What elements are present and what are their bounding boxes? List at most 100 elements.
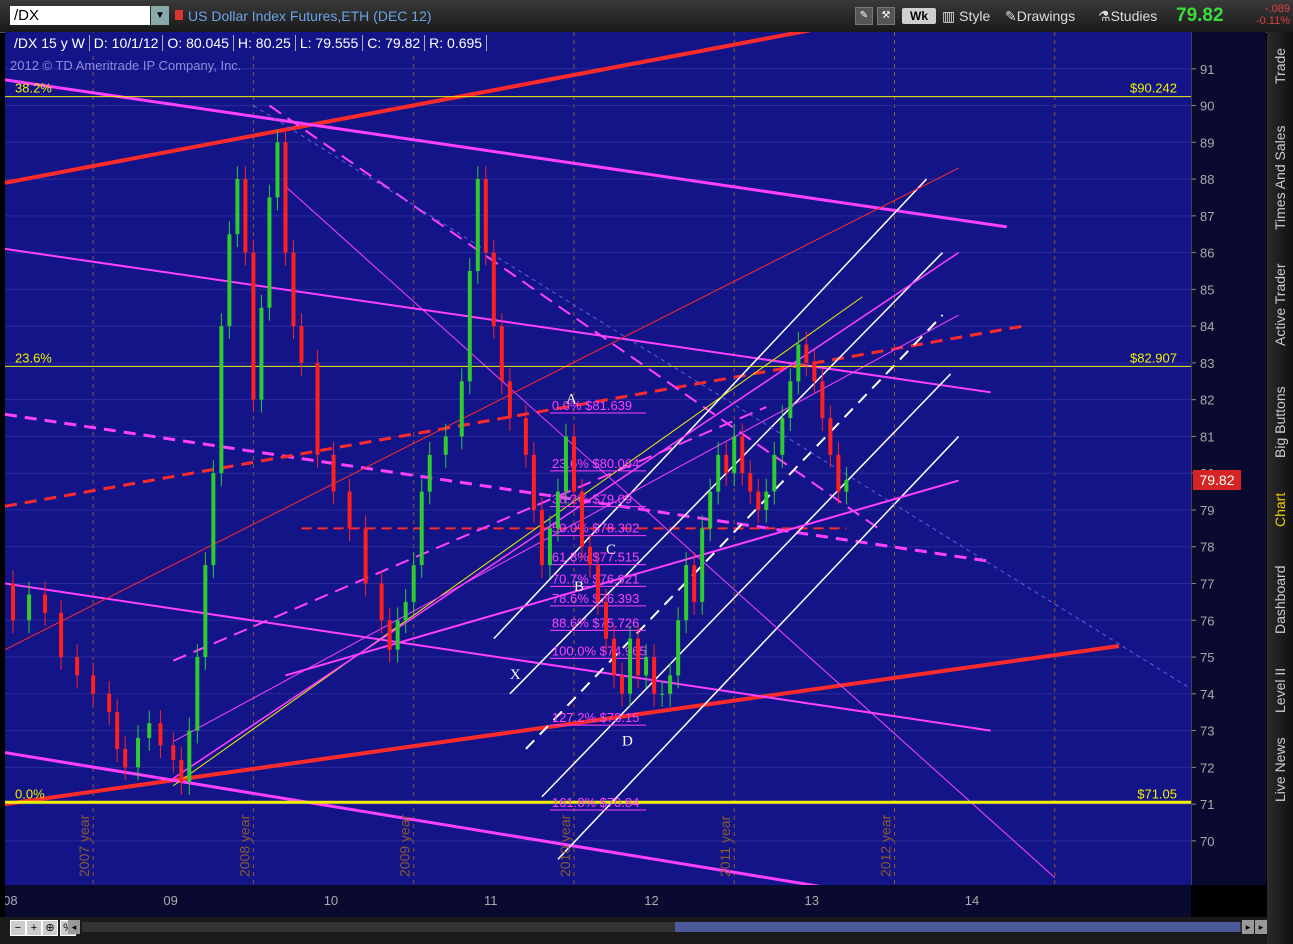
time-axis[interactable]: 08 09 10 11 12 13 14 — [3, 885, 1191, 917]
y-tick-label: 70 — [1200, 834, 1214, 849]
candle-body — [427, 454, 432, 492]
zoom-in-icon[interactable]: + — [26, 920, 42, 936]
fib-table-label: 161.8% $70.84 — [552, 795, 639, 810]
candle-body — [227, 234, 232, 327]
candle-body — [475, 179, 480, 271]
drawing-tools-icon[interactable]: ✎ — [855, 7, 873, 25]
info-open: O: 80.045 — [163, 35, 234, 51]
scroll-right-icon[interactable]: ▸ — [1242, 920, 1254, 934]
candle-body — [652, 657, 657, 694]
trend-line — [5, 324, 1023, 508]
scroll-thumb[interactable] — [675, 922, 1240, 932]
wrench-icon[interactable]: ⚒ — [877, 7, 895, 25]
candle-body — [612, 638, 617, 676]
interval-button[interactable]: Wk — [902, 8, 936, 24]
candle-body — [636, 638, 641, 676]
style-button[interactable]: ▥ Style — [942, 8, 990, 25]
price-chart-svg[interactable]: 38.2% $90.242 23.6% $82.907 0.0% $71.05 0.0% $… — [5, 32, 1191, 885]
fib-level-right-label: $71.05 — [1137, 786, 1177, 801]
sidebar-tab-active-trader[interactable]: Active Trader — [1268, 250, 1292, 360]
candle-body — [571, 436, 576, 492]
sidebar-tab-times-and-sales[interactable]: Times And Sales — [1268, 110, 1292, 245]
candle-body — [828, 418, 833, 455]
price-axis[interactable]: 7071727374757677787980818283848586878889… — [1191, 32, 1266, 885]
candle-body — [684, 565, 689, 621]
symbol-description: US Dollar Index Futures,ETH (DEC 12) — [188, 8, 432, 24]
trend-line — [5, 751, 821, 885]
studies-label: Studies — [1110, 8, 1158, 24]
studies-button[interactable]: ⚗Studies — [1098, 8, 1157, 25]
candle-body — [43, 594, 48, 613]
y-tick-label: 78 — [1200, 540, 1214, 555]
y-tick-label: 73 — [1200, 724, 1214, 739]
symbol-dropdown-button[interactable]: ▼ — [151, 6, 169, 25]
link-color-icon[interactable] — [175, 10, 183, 20]
price-axis-svg: 7071727374757677787980818283848586878889… — [1192, 62, 1214, 849]
candle-body — [115, 712, 120, 749]
candle-body — [291, 252, 296, 327]
candle-body — [732, 436, 737, 474]
candle-body — [315, 362, 320, 455]
candle-body — [243, 179, 248, 253]
candle-body — [708, 491, 713, 529]
fib-table-label: 38.2% $79.09 — [552, 492, 632, 507]
candle-body — [844, 479, 849, 492]
info-close: C: 79.82 — [363, 35, 426, 51]
fib-level-right-label: $82.907 — [1130, 350, 1177, 365]
y-tick-label: 84 — [1200, 319, 1214, 334]
symbol-input[interactable]: /DX — [10, 6, 150, 25]
candle-body — [692, 565, 697, 602]
fib-table-label: 61.8% $77.515 — [552, 550, 639, 565]
candle-body — [211, 473, 216, 566]
y-tick-label: 74 — [1200, 687, 1214, 702]
candle-body — [91, 675, 96, 694]
x-tick-label: 14 — [965, 893, 979, 908]
fib-table-label: 70.7% $76.921 — [552, 571, 639, 586]
y-tick-label: 87 — [1200, 209, 1214, 224]
pattern-point-label: B — [574, 579, 584, 595]
candle-body — [147, 723, 152, 738]
candle-body — [836, 454, 841, 492]
sidebar-tab-level-ii[interactable]: Level II — [1268, 660, 1292, 720]
pattern-point-label: C — [606, 542, 616, 558]
x-tick-label: 11 — [484, 893, 498, 908]
candle-body — [123, 748, 128, 768]
drawings-button[interactable]: ✎Drawings — [1005, 8, 1075, 25]
info-low: L: 79.555 — [295, 35, 364, 51]
candle-body — [547, 528, 552, 566]
fib-level-right-label: $90.242 — [1130, 81, 1177, 96]
last-price: 79.82 — [1176, 5, 1224, 26]
scroll-left-icon[interactable]: ◂ — [68, 920, 80, 934]
chart-title[interactable]: /DX 15 y W — [10, 35, 90, 51]
x-tick-label: 13 — [805, 893, 819, 908]
top-toolbar: /DX ▼ US Dollar Index Futures,ETH (DEC 1… — [0, 0, 1293, 33]
candle-body — [676, 620, 681, 676]
sidebar-tab-big-buttons[interactable]: Big Buttons — [1268, 375, 1292, 470]
sidebar-tab-dashboard[interactable]: Dashboard — [1268, 550, 1292, 650]
candle-body — [820, 381, 825, 419]
sidebar-tab-trade[interactable]: Trade — [1268, 36, 1292, 96]
candle-body — [235, 179, 240, 235]
y-tick-label: 88 — [1200, 172, 1214, 187]
candle-body — [411, 565, 416, 602]
chart-area[interactable]: 38.2% $90.242 23.6% $82.907 0.0% $71.05 0.0% $… — [5, 32, 1191, 885]
x-tick-label: 08 — [5, 893, 18, 908]
studies-icon: ⚗ — [1098, 8, 1111, 24]
scroll-end-icon[interactable]: ▸ — [1255, 920, 1267, 934]
y-tick-label: 83 — [1200, 356, 1214, 371]
zoom-out-icon[interactable]: − — [10, 920, 26, 936]
candle-body — [748, 473, 753, 492]
candle-body — [403, 601, 408, 621]
pattern-point-label: X — [510, 667, 521, 683]
candle-body — [379, 583, 384, 621]
candle-body — [539, 509, 544, 566]
sidebar-tab-live-news[interactable]: Live News — [1268, 730, 1292, 810]
magnify-icon[interactable]: ⊕ — [42, 920, 58, 936]
candle-body — [136, 737, 141, 768]
year-marker-label: 2009 year — [397, 814, 413, 877]
sidebar-tab-chart[interactable]: Chart — [1268, 480, 1292, 540]
candle-body — [804, 344, 809, 363]
style-label: Style — [959, 8, 991, 24]
candle-body — [788, 381, 793, 419]
candle-body — [283, 142, 288, 253]
